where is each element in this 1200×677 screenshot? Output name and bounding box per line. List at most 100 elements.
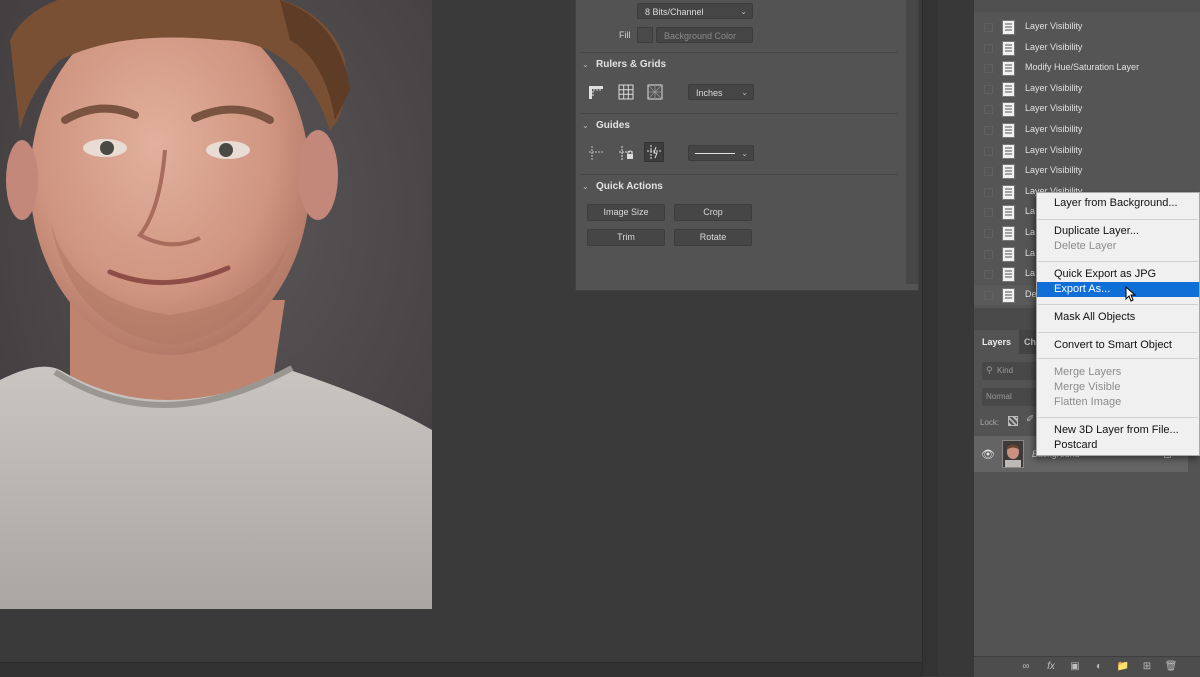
history-item-label: Layer Visibility (1025, 165, 1083, 176)
chevron-down-icon: ⌄ (582, 60, 589, 69)
guides-header[interactable]: ⌄ Guides (582, 120, 630, 131)
vertical-scrollbar[interactable] (922, 0, 939, 676)
new-layer-icon[interactable]: ⊞ (1140, 660, 1154, 674)
snapshot-checkbox[interactable] (984, 43, 993, 53)
menu-item-merge-layers: Merge Layers (1054, 366, 1122, 378)
menu-separator (1038, 332, 1198, 333)
snapshot-checkbox[interactable] (984, 187, 993, 197)
rotate-button[interactable]: Rotate (674, 229, 752, 246)
snapshot-checkbox[interactable] (984, 64, 993, 74)
blend-mode-select[interactable]: Normal (982, 388, 1042, 406)
history-item[interactable]: Layer Visibility (974, 79, 1200, 100)
lock-transparent-icon[interactable] (1008, 416, 1018, 426)
pixel-grid-icon[interactable] (645, 82, 665, 102)
menu-item-duplicate-layer[interactable]: Duplicate Layer... (1037, 224, 1199, 239)
history-item[interactable]: Layer Visibility (974, 161, 1200, 182)
image-size-button[interactable]: Image Size (587, 204, 665, 221)
history-item-label: La (1025, 206, 1036, 217)
menu-separator (1038, 358, 1198, 359)
fill-swatch[interactable] (637, 27, 653, 43)
history-item-label: La (1025, 268, 1036, 279)
menu-item-mask-all-objects[interactable]: Mask All Objects (1037, 310, 1199, 325)
divider (580, 52, 898, 53)
chevron-down-icon: ⌄ (741, 149, 748, 158)
menu-item-layer-from-background[interactable]: Layer from Background... (1037, 196, 1199, 211)
snapshot-checkbox[interactable] (984, 270, 993, 280)
guide-icon[interactable] (586, 143, 606, 163)
history-item[interactable]: Modify Hue/Saturation Layer (974, 58, 1200, 79)
quick-actions-header[interactable]: ⌄ Quick Actions (582, 181, 663, 192)
history-document-icon (1002, 267, 1015, 283)
history-item[interactable]: Layer Visibility (974, 99, 1200, 120)
history-document-icon (1002, 226, 1015, 241)
history-document-icon (1002, 287, 1015, 303)
add-mask-icon[interactable]: ▣ (1068, 660, 1082, 674)
snapshot-checkbox[interactable] (984, 105, 993, 115)
properties-scrollbar[interactable] (906, 0, 918, 284)
menu-item-export-as[interactable]: Export As... (1037, 282, 1199, 297)
lock-guides-icon[interactable] (616, 143, 636, 163)
grid-icon[interactable] (616, 82, 636, 102)
snapshot-checkbox[interactable] (984, 208, 993, 218)
trash-icon[interactable]: 🗑 (1164, 660, 1178, 674)
trim-button[interactable]: Trim (587, 229, 665, 246)
snapshot-checkbox[interactable] (984, 229, 993, 238)
quick-actions-title: Quick Actions (596, 181, 663, 192)
menu-item-new-3d-layer-from-file[interactable]: New 3D Layer from File... (1037, 423, 1199, 438)
horizontal-scrollbar[interactable] (0, 662, 922, 677)
bit-depth-select[interactable]: 8 Bits/Channel ⌄ (637, 3, 753, 19)
fx-icon[interactable]: fx (1044, 660, 1058, 674)
snapshot-checkbox[interactable] (984, 290, 993, 300)
portrait-photo[interactable] (0, 0, 432, 609)
history-item[interactable]: Layer Visibility (974, 141, 1200, 162)
snapshot-checkbox[interactable] (984, 126, 993, 135)
history-item-label: Layer Visibility (1025, 82, 1083, 93)
tab-layers[interactable]: Layers (974, 330, 1020, 354)
search-icon: ⚲ (986, 365, 993, 375)
snapshot-checkbox[interactable] (984, 167, 993, 177)
lock-pixels-icon[interactable]: ✐ (1026, 414, 1034, 425)
link-layers-icon[interactable]: ∞ (1019, 660, 1033, 674)
adjustment-layer-icon[interactable]: ◐ (1092, 660, 1106, 674)
guide-style-select[interactable]: ⌄ (688, 145, 754, 161)
history-item[interactable]: Layer Visibility (974, 17, 1200, 38)
chevron-down-icon: ⌄ (582, 121, 589, 130)
mouse-cursor-icon (1125, 286, 1137, 302)
group-folder-icon[interactable]: 📁 (1116, 660, 1130, 674)
history-item[interactable]: Layer Visibility (974, 120, 1200, 141)
history-item-label: Layer Visibility (1025, 21, 1083, 31)
history-document-icon (1002, 81, 1015, 97)
units-value: Inches (696, 88, 723, 98)
fill-select[interactable]: Background Color (656, 27, 753, 43)
history-item-label: Layer Visibility (1025, 144, 1083, 155)
menu-item-delete-layer: Delete Layer (1054, 240, 1117, 252)
snapshot-checkbox[interactable] (984, 84, 993, 94)
visibility-eye-icon[interactable]: 👁 (981, 448, 995, 461)
history-document-icon (1002, 184, 1015, 200)
history-document-icon (1002, 143, 1015, 159)
rulers-grids-header[interactable]: ⌄ Rulers & Grids (582, 59, 666, 70)
history-item[interactable]: Layer Visibility (974, 38, 1200, 59)
crop-button[interactable]: Crop (674, 204, 752, 221)
blend-mode-value: Normal (986, 392, 1012, 401)
menu-separator (1038, 261, 1198, 262)
bit-depth-value: 8 Bits/Channel (645, 7, 704, 17)
history-document-icon (1002, 246, 1015, 262)
units-select[interactable]: Inches ⌄ (688, 84, 754, 100)
menu-item-convert-to-smart-object[interactable]: Convert to Smart Object (1037, 338, 1199, 353)
menu-item-postcard[interactable]: Postcard (1037, 438, 1199, 453)
lock-label: Lock: (980, 418, 1000, 427)
guides-title: Guides (596, 120, 630, 131)
menu-item-quick-export-as-jpg[interactable]: Quick Export as JPG (1037, 267, 1199, 282)
snapshot-checkbox[interactable] (984, 146, 993, 156)
divider (580, 113, 898, 114)
snapshot-checkbox[interactable] (984, 249, 993, 259)
history-document-icon (1002, 40, 1015, 56)
ruler-icon[interactable] (586, 82, 606, 102)
layer-thumbnail (1002, 440, 1024, 468)
dock-divider (938, 0, 974, 676)
smart-guides-icon[interactable] (644, 142, 664, 162)
chevron-down-icon: ⌄ (741, 88, 748, 97)
filter-kind-field[interactable]: ⚲ Kind (982, 362, 1042, 380)
snapshot-checkbox[interactable] (984, 23, 993, 32)
